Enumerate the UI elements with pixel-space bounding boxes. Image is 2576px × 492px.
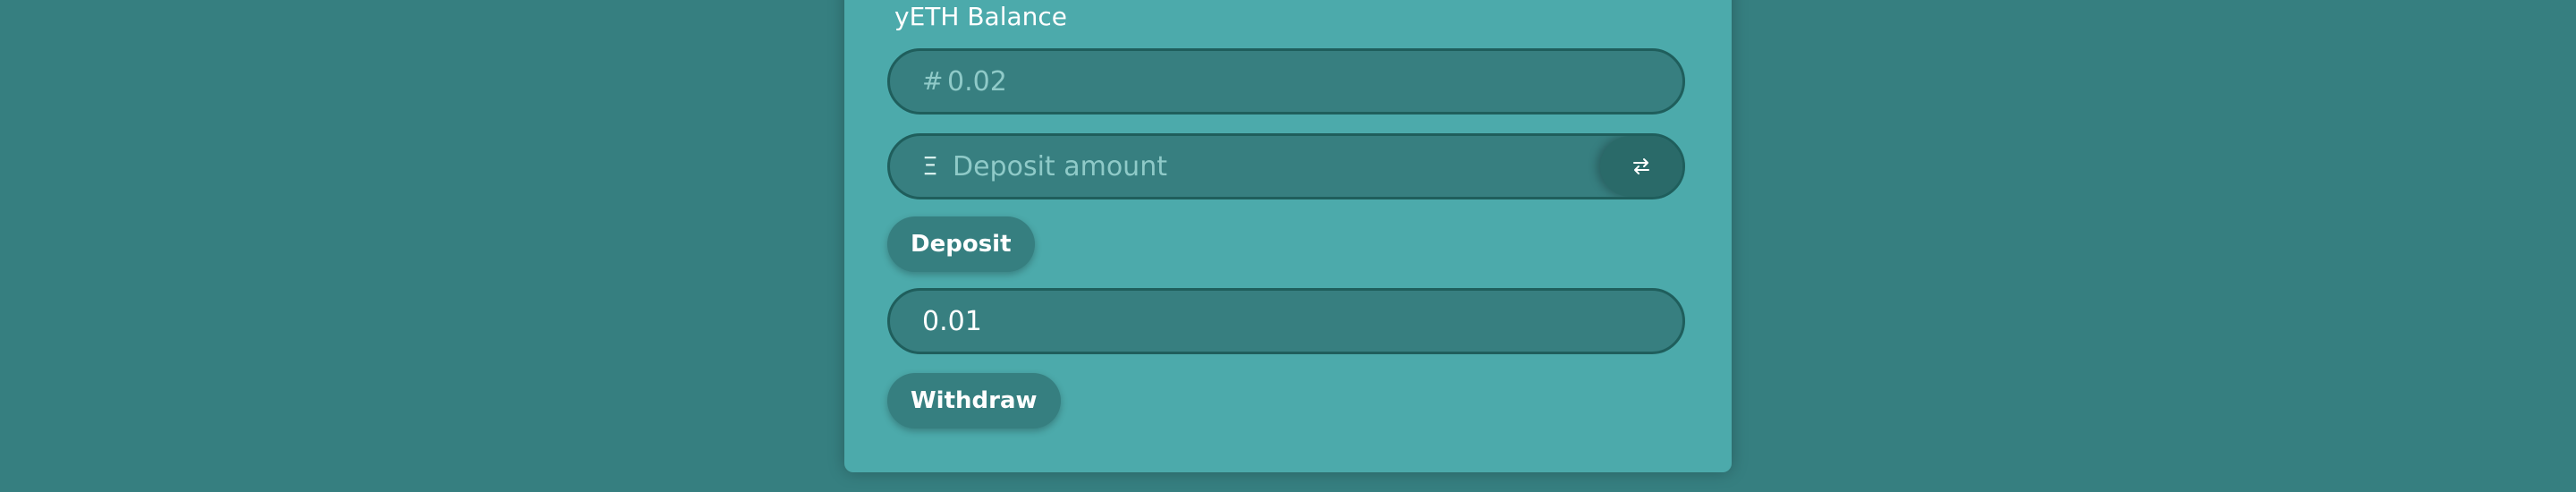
- balance-label: yETH Balance: [894, 2, 1067, 31]
- eth-icon: Ξ: [922, 151, 938, 181]
- hash-icon: #: [922, 66, 944, 96]
- withdraw-amount-input[interactable]: [922, 291, 1656, 352]
- withdraw-field[interactable]: [887, 288, 1685, 354]
- swap-arrows-icon: [1633, 158, 1649, 174]
- balance-field: #: [887, 48, 1685, 115]
- balance-input: [947, 51, 1645, 112]
- deposit-field[interactable]: Ξ: [887, 133, 1685, 199]
- withdraw-button[interactable]: Withdraw: [887, 373, 1061, 428]
- deposit-button[interactable]: Deposit: [887, 216, 1035, 272]
- swap-currency-button[interactable]: [1600, 136, 1682, 197]
- deposit-amount-input[interactable]: [953, 136, 1579, 197]
